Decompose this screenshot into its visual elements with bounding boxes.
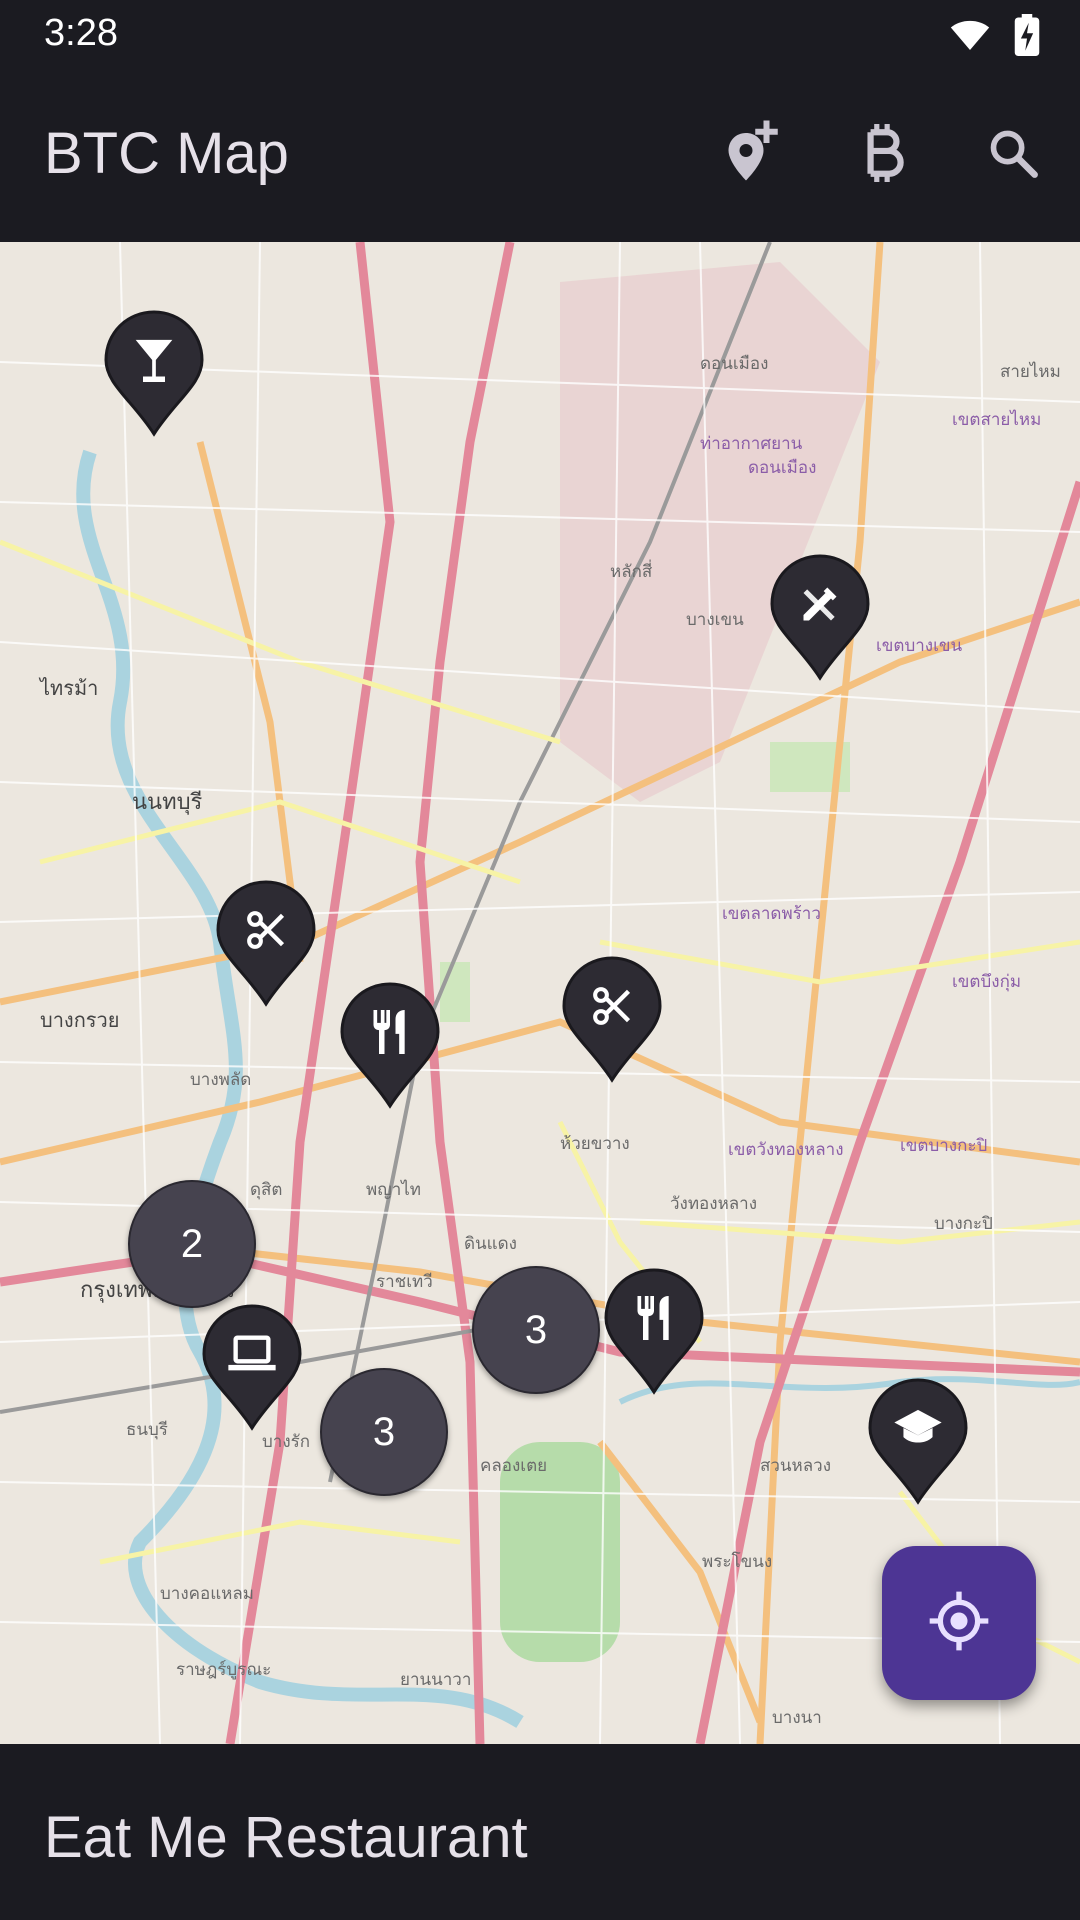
- map-label: เขตสายไหม: [952, 410, 1042, 430]
- map-label: เขตบางกะปิ: [900, 1136, 988, 1156]
- map-label: ดอนเมือง: [700, 354, 769, 374]
- map-label: คลองเตย: [480, 1456, 548, 1476]
- map-label: ท่าอากาศยาน: [700, 434, 803, 454]
- map-label: ราชเทวี: [376, 1272, 433, 1292]
- top-app-bar: BTC Map: [0, 70, 1080, 242]
- map-pin-bar[interactable]: [102, 308, 206, 438]
- place-title: Eat Me Restaurant: [44, 1805, 528, 1870]
- app-title: BTC Map: [44, 121, 289, 186]
- map-label: ไทรม้า: [40, 676, 99, 700]
- map-label: บางกะปิ: [934, 1214, 993, 1234]
- cocktail-icon: [132, 336, 176, 389]
- my-location-button[interactable]: [882, 1546, 1036, 1700]
- map-view[interactable]: ดอนเมือง หลักสี่ บางเขน ท่าอากาศยาน ดอนเ…: [0, 242, 1080, 1744]
- battery-charging-icon: [1014, 14, 1040, 61]
- scissors-icon: [244, 908, 288, 957]
- map-cluster[interactable]: 2: [128, 1180, 256, 1308]
- map-label: บางรัก: [262, 1432, 311, 1452]
- my-location-icon: [927, 1589, 991, 1658]
- status-time: 3:28: [44, 12, 118, 54]
- map-pin-restaurant[interactable]: [338, 980, 442, 1110]
- map-label: เขตวังทองหลาง: [728, 1140, 844, 1160]
- map-tiles: [0, 242, 1080, 1744]
- graduation-cap-icon: [894, 1408, 942, 1453]
- cluster-count: 3: [372, 1409, 396, 1454]
- map-label: สายไหม: [1000, 362, 1061, 382]
- map-label: ธนบุรี: [126, 1420, 168, 1440]
- map-label: นนทบุรี: [132, 790, 203, 815]
- bitcoin-icon: [857, 123, 909, 187]
- map-label: บางพลัด: [190, 1070, 252, 1090]
- map-pin-barber[interactable]: [560, 954, 664, 1084]
- map-label: ห้วยขวาง: [560, 1134, 630, 1154]
- map-label: บางนา: [772, 1708, 822, 1728]
- map-pin-computer[interactable]: [200, 1302, 304, 1432]
- bitcoin-button[interactable]: [848, 120, 918, 190]
- map-label: ดินแดง: [464, 1234, 517, 1254]
- add-place-icon: [721, 120, 781, 191]
- map-label: พญาไท: [366, 1180, 421, 1200]
- map-label: ดุสิต: [250, 1180, 283, 1200]
- status-bar: 3:28: [0, 0, 1080, 70]
- map-label: หลักสี่: [610, 562, 653, 582]
- map-pin-education[interactable]: [866, 1376, 970, 1506]
- place-bottom-sheet[interactable]: Eat Me Restaurant: [0, 1744, 1080, 1920]
- map-pin-restaurant[interactable]: [602, 1266, 706, 1396]
- search-icon: [987, 127, 1039, 184]
- map-label: บางกรวย: [40, 1008, 120, 1032]
- restaurant-icon: [368, 1008, 412, 1061]
- add-place-button[interactable]: [716, 120, 786, 190]
- wifi-icon: [948, 15, 992, 60]
- map-label: ยานนาวา: [400, 1670, 472, 1690]
- map-cluster[interactable]: 3: [320, 1368, 448, 1496]
- restaurant-icon: [632, 1294, 676, 1347]
- cluster-count: 2: [180, 1221, 204, 1266]
- map-label: สวนหลวง: [760, 1456, 832, 1476]
- map-label: เขตบึงกุ่ม: [952, 972, 1022, 992]
- scissors-icon: [590, 984, 634, 1033]
- map-pin-design[interactable]: [768, 552, 872, 682]
- laptop-icon: [228, 1334, 276, 1379]
- map-label: เขตลาดพร้าว: [722, 904, 821, 924]
- map-label: วังทองหลาง: [670, 1194, 758, 1214]
- cluster-count: 3: [524, 1307, 548, 1352]
- map-label: เขตบางเขน: [876, 636, 963, 656]
- map-label: บางคอแหลม: [160, 1584, 255, 1604]
- map-label: พระโขนง: [702, 1552, 773, 1572]
- design-tools-icon: [798, 582, 842, 631]
- map-label: ดอนเมือง: [748, 458, 817, 478]
- map-label: บางเขน: [686, 610, 744, 630]
- map-label: ราษฎร์บูรณะ: [176, 1660, 272, 1680]
- map-cluster[interactable]: 3: [472, 1266, 600, 1394]
- map-pin-barber[interactable]: [214, 878, 318, 1008]
- search-button[interactable]: [978, 120, 1048, 190]
